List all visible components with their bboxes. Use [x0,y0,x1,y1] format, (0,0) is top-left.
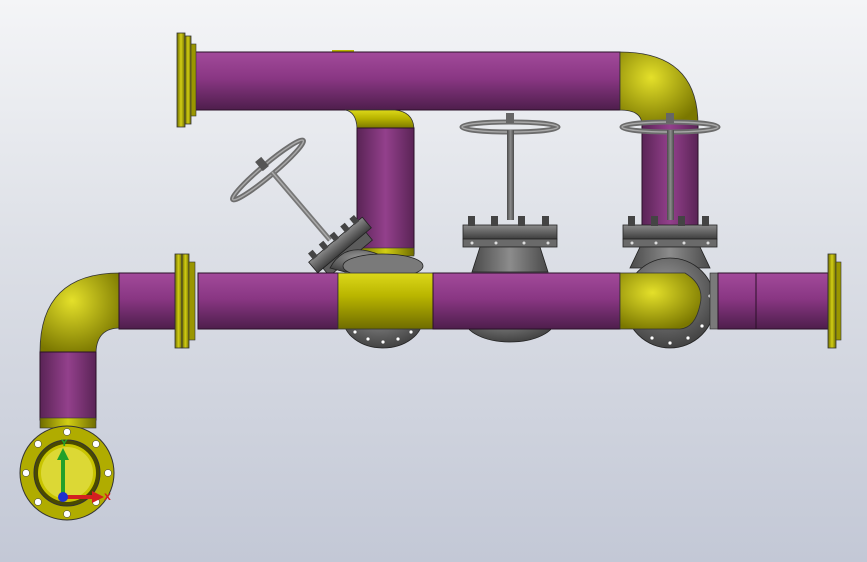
tee-fitting[interactable] [337,272,434,330]
main-right-flange[interactable] [827,253,837,349]
upper-pipe[interactable] [194,51,621,111]
upper-right-elbow[interactable] [619,51,699,126]
upper-pipe-run[interactable] [176,32,699,131]
upper-left-flange[interactable] [176,32,186,128]
handwheel-y-valve[interactable] [229,136,307,204]
upper-middle-elbow[interactable] [344,109,415,131]
triad-x-label: X [104,493,111,503]
main-pipe-run[interactable] [39,253,842,353]
pipe-assembly-model[interactable]: Y X [0,0,867,562]
triad-y-label: Y [60,439,68,449]
right-tee-fitting[interactable] [619,272,702,330]
cad-viewport[interactable]: Y X [0,0,867,562]
left-down-pipe[interactable] [39,351,97,429]
left-elbow[interactable] [39,272,121,353]
main-left-flange[interactable] [174,253,183,349]
